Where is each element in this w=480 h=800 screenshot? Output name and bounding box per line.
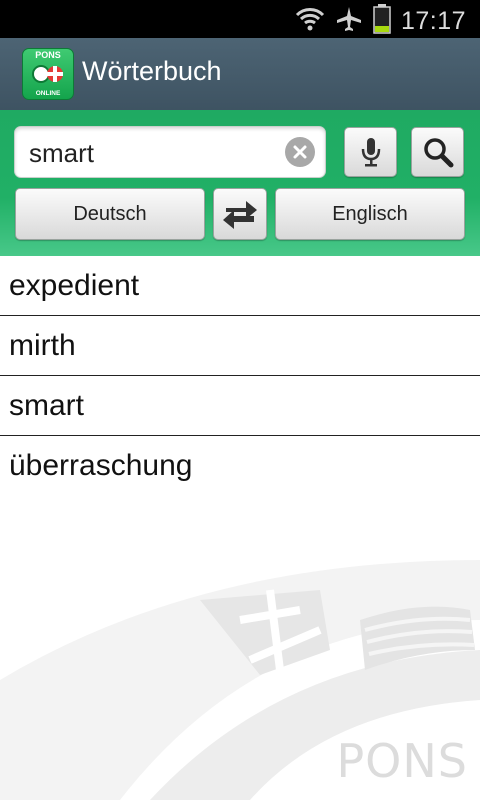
clear-icon[interactable] [285,137,315,167]
app-logo[interactable]: PONS ONLINE [22,48,74,100]
list-item[interactable]: expedient [0,256,480,316]
pons-watermark: PONS [336,734,468,788]
history-list: expedient mirth smart überraschung [0,256,480,496]
source-language-label: Deutsch [73,202,147,225]
swap-languages-button[interactable] [213,188,267,240]
battery-icon [373,4,391,39]
microphone-icon [361,138,380,167]
app-title: Wörterbuch [82,56,222,86]
search-button[interactable] [411,127,464,177]
search-panel: Deutsch Englisch [0,110,480,256]
source-language-button[interactable]: Deutsch [15,188,205,240]
list-item[interactable]: überraschung [0,436,480,496]
voice-input-button[interactable] [344,127,397,177]
app-bar: PONS ONLINE Wörterbuch [0,38,480,110]
search-field[interactable] [14,126,326,178]
wifi-icon [295,5,325,38]
search-input[interactable] [27,135,281,171]
target-language-button[interactable]: Englisch [275,188,465,240]
logo-top-text: PONS [35,50,61,60]
list-item[interactable]: mirth [0,316,480,376]
status-bar: 17:17 [0,0,480,38]
target-language-label: Englisch [332,202,408,225]
search-icon [423,138,453,168]
swap-arrows-icon [223,201,257,229]
magnifier-flags-icon [32,65,63,83]
airplane-mode-icon [335,5,363,38]
status-time: 17:17 [400,7,466,35]
list-item[interactable]: smart [0,376,480,436]
logo-bottom-text: ONLINE [35,90,61,97]
